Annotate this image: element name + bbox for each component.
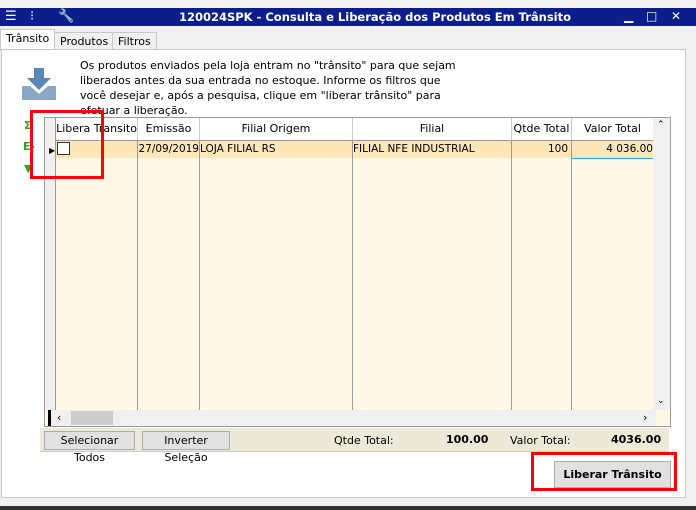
header-filial-origem[interactable]: Filial Origem <box>200 118 353 141</box>
tab-transito[interactable]: Trânsito <box>0 29 56 51</box>
maximize-button[interactable]: □ <box>646 9 657 23</box>
invert-selection-button[interactable]: Inverter Seleção <box>142 431 230 464</box>
qtde-total-value: 100.00 <box>446 433 489 446</box>
header-qtde[interactable]: Qtde Total <box>512 118 572 141</box>
title-bar: ☰ ⁝ 🔧 120024SPK - Consulta e Liberação d… <box>0 8 696 26</box>
transit-grid: Libera Transito Emissão Filial Origem Fi… <box>44 117 671 427</box>
scroll-thumb[interactable] <box>71 411 113 425</box>
horizontal-scrollbar[interactable]: ‹ › <box>48 410 656 426</box>
header-emissao[interactable]: Emissão <box>138 118 200 141</box>
grid-footer: Selecionar Todos Inverter Seleção Qtde T… <box>40 428 669 464</box>
description-text: Os produtos enviados pela loja entram no… <box>80 59 456 117</box>
cell-valor: 4 036.00 <box>572 141 654 159</box>
menu-icon[interactable]: ☰ <box>5 9 17 24</box>
top-strip <box>0 0 696 8</box>
download-tray-icon <box>20 68 60 102</box>
scroll-left-icon[interactable]: ‹ <box>57 411 61 424</box>
highlight-liberar-button <box>531 452 677 491</box>
traffic-light-icon[interactable]: ⁝ <box>30 9 34 24</box>
cell-emissao: 27/09/2019 <box>138 141 200 158</box>
header-valor[interactable]: Valor Total <box>572 118 654 141</box>
valor-total-label: Valor Total: <box>510 434 571 447</box>
valor-total-value: 4036.00 <box>611 433 662 446</box>
close-button[interactable]: ✕ <box>671 9 681 23</box>
select-all-button[interactable]: Selecionar Todos <box>44 431 135 464</box>
tab-bar: Trânsito Produtos Filtros <box>0 28 696 51</box>
minimize-button[interactable]: ▁ <box>624 9 633 23</box>
scroll-up-icon[interactable]: ⌃ <box>657 120 665 130</box>
scroll-down-icon[interactable]: ⌄ <box>657 396 665 406</box>
qtde-total-label: Qtde Total: <box>334 434 394 447</box>
highlight-checkbox-column <box>30 110 104 179</box>
header-filial[interactable]: Filial <box>353 118 512 141</box>
cell-filial: FILIAL NFE INDUSTRIAL <box>353 141 512 158</box>
cell-qtde: 100 <box>512 141 572 158</box>
scroll-right-icon[interactable]: › <box>643 411 647 424</box>
bottom-edge <box>0 506 696 510</box>
window-title: 120024SPK - Consulta e Liberação dos Pro… <box>178 10 572 24</box>
wrench-icon[interactable]: 🔧 <box>58 9 74 24</box>
vertical-scrollbar[interactable]: ⌃ ⌄ <box>653 118 670 410</box>
cell-filial-origem: LOJA FILIAL RS <box>200 141 353 158</box>
